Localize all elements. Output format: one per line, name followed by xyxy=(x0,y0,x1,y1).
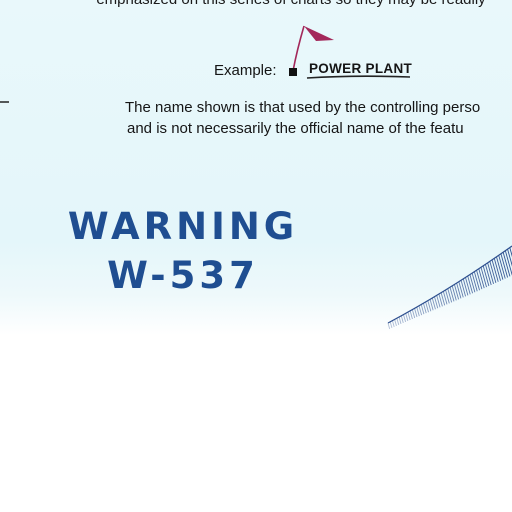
flag-icon xyxy=(292,25,334,72)
boundary-hatch-mark xyxy=(460,280,467,297)
boundary-hatch-mark xyxy=(387,322,391,330)
boundary-hatch-mark xyxy=(484,264,492,286)
feature-underline xyxy=(306,75,411,79)
boundary-hatch-mark xyxy=(416,306,420,317)
boundary-hatch-mark xyxy=(405,313,409,322)
boundary-hatch-mark xyxy=(478,268,485,289)
boundary-hatch-mark xyxy=(422,303,427,314)
warning-area-boundary xyxy=(387,245,512,330)
boundary-hatch-mark xyxy=(469,274,476,293)
boundary-hatch-mark xyxy=(391,320,395,328)
boundary-hatch-mark xyxy=(489,261,497,283)
boundary-hatch-mark xyxy=(482,265,490,287)
boundary-hatch-mark xyxy=(471,273,478,292)
boundary-hatch-mark xyxy=(403,314,406,323)
boundary-hatch-mark xyxy=(420,304,425,315)
boundary-hatch-mark xyxy=(480,267,487,288)
boundary-hatch-mark xyxy=(398,316,402,325)
boundary-hatch-mark xyxy=(414,308,418,318)
boundary-hatch-mark xyxy=(394,319,397,326)
boundary-hatch-mark xyxy=(465,277,471,295)
boundary-hatch-mark xyxy=(396,318,400,325)
boundary-hatch-mark xyxy=(462,278,469,296)
boundary-hatch-mark xyxy=(491,259,499,282)
boundary-hatch-mark xyxy=(400,315,404,324)
boundary-hatch-mark xyxy=(467,275,473,294)
boundary-hatch-mark xyxy=(476,270,483,290)
point-symbol-icon xyxy=(289,68,297,76)
boundary-hatch-mark xyxy=(425,301,429,313)
boundary-hatch-mark xyxy=(418,305,423,316)
boundary-hatch-mark xyxy=(427,300,432,312)
map-overlay xyxy=(0,25,512,330)
boundary-hatch-mark xyxy=(409,310,413,320)
boundary-hatch-mark xyxy=(389,321,393,329)
boundary-hatch-mark xyxy=(473,271,480,291)
boundary-hatch-mark xyxy=(407,311,411,321)
boundary-hatch-mark xyxy=(411,309,416,319)
boundary-hatch-mark xyxy=(487,262,494,285)
